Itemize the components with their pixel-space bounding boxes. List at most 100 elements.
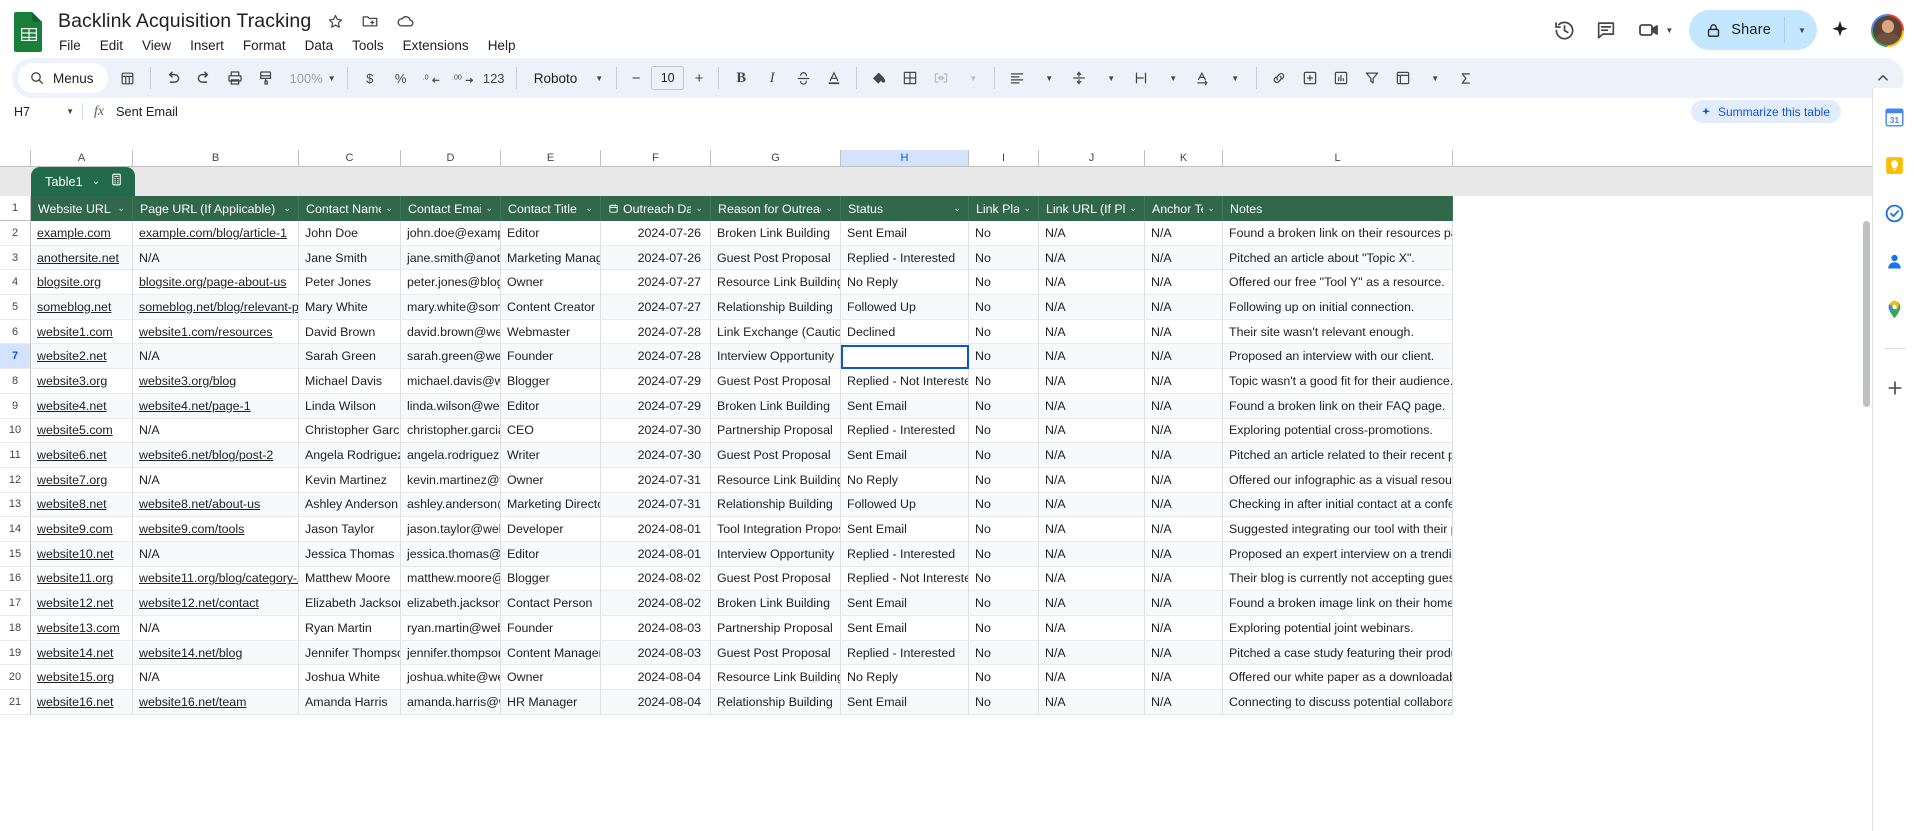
grid-cell[interactable]: N/A	[1145, 493, 1223, 518]
grid-cell[interactable]: Content Manager	[501, 641, 601, 666]
grid-cell[interactable]: Partnership Proposal	[711, 419, 841, 444]
cell-link[interactable]: website4.net	[37, 399, 107, 413]
grid-cell[interactable]: sarah.green@web	[401, 344, 501, 369]
grid-cell[interactable]: Amanda Harris	[299, 690, 401, 715]
grid-cell[interactable]: Content Creator	[501, 295, 601, 320]
comment-icon[interactable]	[1587, 11, 1625, 49]
grid-cell[interactable]: N/A	[1145, 517, 1223, 542]
grid-cell[interactable]: Broken Link Building	[711, 394, 841, 419]
column-header-L[interactable]: L	[1223, 150, 1453, 166]
print-area-icon[interactable]	[113, 63, 143, 93]
grid-cell[interactable]: Broken Link Building	[711, 221, 841, 246]
grid-cell[interactable]: CEO	[501, 419, 601, 444]
row-header-12[interactable]: 12	[0, 468, 31, 493]
table-column-header[interactable]: Page URL (If Applicable)⌄	[133, 196, 299, 221]
insert-comment-icon[interactable]	[1295, 63, 1325, 93]
grid-cell[interactable]: Editor	[501, 394, 601, 419]
grid-cell[interactable]: N/A	[1039, 270, 1145, 295]
grid-cell[interactable]: website6.net	[31, 443, 133, 468]
grid-cell[interactable]: Guest Post Proposal	[711, 443, 841, 468]
grid-cell[interactable]: blogsite.org	[31, 270, 133, 295]
grid-cell[interactable]: Found a broken link on their FAQ page.	[1223, 394, 1453, 419]
grid-cell[interactable]: Interview Opportunity	[711, 344, 841, 369]
grid-cell[interactable]: Guest Post Proposal	[711, 567, 841, 592]
chevron-down-icon[interactable]: ⌄	[117, 203, 125, 214]
chevron-down-icon[interactable]: ⌄	[695, 203, 703, 214]
grid-cell[interactable]: jennifer.thompsor	[401, 641, 501, 666]
grid-cell[interactable]: No	[969, 369, 1039, 394]
grid-cell[interactable]: Pitched a case study featuring their pro…	[1223, 641, 1453, 666]
grid-cell[interactable]: Sarah Green	[299, 344, 401, 369]
grid-cell[interactable]: Pitched an article related to their rece…	[1223, 443, 1453, 468]
row-header-16[interactable]: 16	[0, 567, 31, 592]
grid-cell[interactable]: 2024-07-28	[601, 344, 711, 369]
grid-cell[interactable]: website2.net	[31, 344, 133, 369]
row-header-19[interactable]: 19	[0, 641, 31, 666]
grid-cell[interactable]: website14.net	[31, 641, 133, 666]
google-keep-icon[interactable]	[1882, 152, 1908, 178]
grid-cell[interactable]: Found a broken image link on their homep…	[1223, 591, 1453, 616]
grid-cell[interactable]: Contact Person	[501, 591, 601, 616]
grid-cell[interactable]: N/A	[1039, 344, 1145, 369]
grid-cell[interactable]: Resource Link Building	[711, 665, 841, 690]
filter-views-icon[interactable]	[1388, 63, 1418, 93]
grid-cell[interactable]: Kevin Martinez	[299, 468, 401, 493]
filter-views-dropdown-icon[interactable]: ▼	[1419, 63, 1449, 93]
table-column-header[interactable]: Contact Emai⌄	[401, 196, 501, 221]
grid-cell[interactable]: N/A	[1039, 419, 1145, 444]
text-wrap-icon[interactable]	[1126, 63, 1156, 93]
grid-cell[interactable]: Guest Post Proposal	[711, 246, 841, 271]
grid-cell[interactable]: 2024-07-29	[601, 394, 711, 419]
grid-cell[interactable]: website11.org/blog/category-x	[133, 567, 299, 592]
grid-cell[interactable]: John Doe	[299, 221, 401, 246]
row-header-7[interactable]: 7	[0, 344, 31, 369]
grid-cell[interactable]: No	[969, 419, 1039, 444]
grid-cell[interactable]: Exploring potential joint webinars.	[1223, 616, 1453, 641]
grid-cell[interactable]: Mary White	[299, 295, 401, 320]
menu-insert[interactable]: Insert	[183, 36, 231, 55]
insert-link-icon[interactable]	[1264, 63, 1294, 93]
grid-cell[interactable]: Writer	[501, 443, 601, 468]
cell-link[interactable]: website12.net	[37, 596, 113, 610]
vertical-align-dropdown-icon[interactable]: ▼	[1095, 63, 1125, 93]
grid-cell[interactable]: website13.com	[31, 616, 133, 641]
cell-link[interactable]: website15.org	[37, 670, 114, 684]
zoom-selector[interactable]: 100% ▼	[282, 63, 340, 93]
google-maps-icon[interactable]	[1882, 296, 1908, 322]
cell-link[interactable]: website3.org	[37, 374, 107, 388]
grid-cell[interactable]: Partnership Proposal	[711, 616, 841, 641]
grid-cell[interactable]: website8.net	[31, 493, 133, 518]
grid-cell[interactable]: Relationship Building	[711, 295, 841, 320]
merge-dropdown-icon[interactable]: ▼	[957, 63, 987, 93]
grid-cell[interactable]: website1.com	[31, 320, 133, 345]
grid-cell[interactable]: 2024-08-04	[601, 665, 711, 690]
grid-cell[interactable]: website14.net/blog	[133, 641, 299, 666]
menu-extensions[interactable]: Extensions	[396, 36, 476, 55]
grid-cell[interactable]: N/A	[133, 616, 299, 641]
grid-cell[interactable]: Sent Email	[841, 591, 969, 616]
grid-cell[interactable]: David Brown	[299, 320, 401, 345]
cell-link[interactable]: website11.org	[37, 571, 113, 585]
grid-cell[interactable]: Elizabeth Jackson	[299, 591, 401, 616]
grid-cell[interactable]: Angela Rodriguez	[299, 443, 401, 468]
grid-cell[interactable]: 2024-07-29	[601, 369, 711, 394]
percent-format-button[interactable]: %	[386, 63, 416, 93]
grid-cell[interactable]: Proposed an interview with our client.	[1223, 344, 1453, 369]
grid-cell[interactable]: someblog.net	[31, 295, 133, 320]
grid-cell[interactable]: jason.taylor@web	[401, 517, 501, 542]
column-header-F[interactable]: F	[601, 150, 711, 166]
grid-cell[interactable]: Broken Link Building	[711, 591, 841, 616]
increase-decimal-icon[interactable]: .00	[448, 63, 478, 93]
currency-format-button[interactable]: $	[355, 63, 385, 93]
grid-cell[interactable]: N/A	[1145, 369, 1223, 394]
grid-cell[interactable]: N/A	[133, 468, 299, 493]
grid-cell[interactable]: N/A	[1145, 295, 1223, 320]
grid-cell[interactable]: 2024-07-31	[601, 493, 711, 518]
table-column-header[interactable]: Notes	[1223, 196, 1453, 221]
row-header-20[interactable]: 20	[0, 665, 31, 690]
horizontal-align-icon[interactable]	[1002, 63, 1032, 93]
grid-cell[interactable]: linda.wilson@web	[401, 394, 501, 419]
print-icon[interactable]	[220, 63, 250, 93]
grid-cell[interactable]: Their site wasn't relevant enough.	[1223, 320, 1453, 345]
grid-cell[interactable]: website3.org	[31, 369, 133, 394]
